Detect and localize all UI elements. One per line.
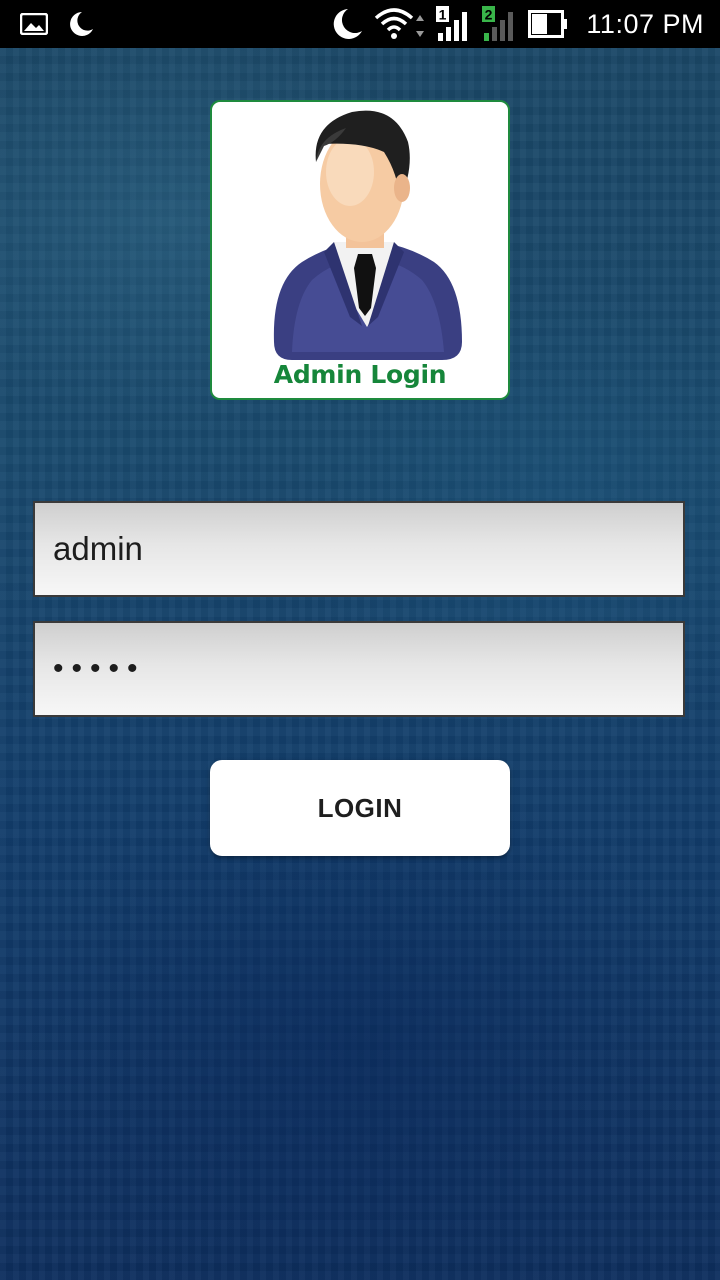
status-time: 11:07 PM: [586, 8, 704, 39]
login-button[interactable]: LOGIN: [210, 760, 510, 856]
username-field-container: [33, 501, 685, 597]
logo-caption: Admin Login: [273, 360, 447, 389]
password-field-container: [33, 621, 685, 717]
admin-avatar-icon: [273, 110, 462, 360]
sim1-label: 1: [439, 7, 447, 23]
password-input[interactable]: [35, 623, 683, 715]
sim2-label: 2: [485, 7, 493, 23]
admin-login-logo: Admin Login: [210, 100, 510, 400]
gallery-icon: [20, 13, 48, 35]
status-bar-right: 1 2 11:07 PM: [330, 6, 704, 42]
signal-sim2-icon: 2: [482, 6, 514, 41]
username-input[interactable]: [35, 503, 683, 595]
moon-icon: [334, 9, 363, 39]
moon-icon: [70, 12, 93, 36]
wifi-icon: [375, 8, 425, 39]
signal-sim1-icon: 1: [436, 6, 468, 41]
status-bar: 1 2 11:07 PM: [0, 0, 720, 48]
status-bar-left: [20, 8, 94, 40]
battery-icon: [528, 10, 568, 38]
